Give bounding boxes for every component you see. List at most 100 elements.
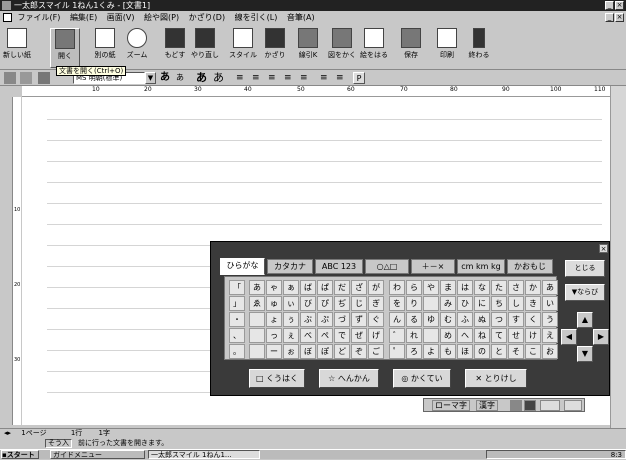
character-key[interactable]: ぃ	[283, 296, 299, 311]
character-key[interactable]: ぼ	[300, 344, 316, 359]
character-key[interactable]: ぎ	[368, 296, 384, 311]
character-key[interactable]: ば	[300, 280, 316, 295]
font-dropdown-button[interactable]: ▼	[145, 72, 156, 84]
character-key[interactable]: ら	[406, 280, 422, 295]
redo-button[interactable]: やり直し	[190, 28, 220, 68]
align-justify-button[interactable]: ≡	[284, 72, 292, 84]
character-key[interactable]: と	[491, 344, 507, 359]
save-button[interactable]: 保存	[396, 28, 426, 68]
character-key[interactable]: ぁ	[283, 280, 299, 295]
character-key[interactable]: み	[440, 296, 456, 311]
undo-button[interactable]: もどす	[160, 28, 190, 68]
character-key[interactable]: ょ	[266, 312, 282, 327]
character-key[interactable]: こ	[525, 344, 541, 359]
align-right-button[interactable]: ≡	[268, 72, 276, 84]
character-key[interactable]: お	[542, 344, 558, 359]
character-key[interactable]: た	[491, 280, 507, 295]
character-key[interactable]: ど	[334, 344, 350, 359]
align-center-button[interactable]: ≡	[252, 72, 260, 84]
character-key[interactable]: ぢ	[334, 296, 350, 311]
scroll-left-icon[interactable]: ◂▸	[4, 429, 11, 437]
character-key[interactable]: ー	[266, 344, 282, 359]
character-key[interactable]: ぺ	[317, 328, 333, 343]
character-key[interactable]: か	[525, 280, 541, 295]
character-key[interactable]: あ	[542, 280, 558, 295]
character-key[interactable]: れ	[406, 328, 422, 343]
character-key[interactable]: ぬ	[474, 312, 490, 327]
arrow-right-button[interactable]: ▶	[593, 329, 609, 345]
taskbar-item-ichitaro[interactable]: 一太郎スマイル 1ねん1...	[148, 450, 260, 459]
character-key[interactable]: ゛	[389, 328, 405, 343]
character-key[interactable]: も	[440, 344, 456, 359]
ime-tool-icon[interactable]	[564, 400, 582, 411]
character-key[interactable]: ぜ	[351, 328, 367, 343]
character-key[interactable]: ゆ	[423, 312, 439, 327]
open-button[interactable]: 開く	[50, 28, 80, 68]
character-key[interactable]: は	[457, 280, 473, 295]
character-key[interactable]: る	[406, 312, 422, 327]
character-key[interactable]: わ	[389, 280, 405, 295]
character-key[interactable]: へ	[457, 328, 473, 343]
character-key[interactable]: ろ	[406, 344, 422, 359]
character-key[interactable]: よ	[423, 344, 439, 359]
character-key[interactable]: ご	[368, 344, 384, 359]
character-key[interactable]: す	[508, 312, 524, 327]
character-key[interactable]: ほ	[457, 344, 473, 359]
doc-close-button[interactable]: ×	[615, 13, 624, 22]
character-key[interactable]: ま	[440, 280, 456, 295]
character-key[interactable]: ぴ	[317, 296, 333, 311]
character-key[interactable]: ん	[389, 312, 405, 327]
tab-katakana[interactable]: カタカナ	[267, 259, 313, 274]
draw-figure-button[interactable]: 図をかく	[327, 28, 357, 68]
tab-shapes[interactable]: ○△□	[365, 259, 409, 274]
tab-hiragana[interactable]: ひらがな	[220, 258, 265, 275]
character-key[interactable]: あ	[249, 280, 265, 295]
character-key[interactable]: ぇ	[283, 328, 299, 343]
paste-icon[interactable]	[38, 72, 50, 84]
character-key[interactable]	[423, 296, 439, 311]
menu-picture[interactable]: 絵や図(P)	[144, 13, 179, 22]
bullet-list-button[interactable]: ≡	[336, 72, 344, 84]
draw-line-button[interactable]: 線引K	[293, 28, 323, 68]
character-key[interactable]: つ	[491, 312, 507, 327]
character-key[interactable]: ゅ	[266, 296, 282, 311]
print-button[interactable]: 印刷	[432, 28, 462, 68]
ime-mode-icon[interactable]	[510, 400, 522, 411]
menu-decorate[interactable]: かざり(D)	[189, 13, 225, 22]
character-key[interactable]: ぞ	[351, 344, 367, 359]
palette-sort-button[interactable]: ▼ならび	[565, 284, 605, 301]
cancel-button[interactable]: ✕ とりけし	[465, 369, 527, 388]
ime-romaji-button[interactable]: ローマ字	[432, 400, 470, 411]
menu-view[interactable]: 画面(V)	[107, 13, 135, 22]
character-key[interactable]: ぐ	[368, 312, 384, 327]
ime-pad-icon[interactable]	[540, 400, 560, 411]
character-key[interactable]: ふ	[457, 312, 473, 327]
menu-edit[interactable]: 編集(E)	[70, 13, 97, 22]
character-key[interactable]: り	[406, 296, 422, 311]
character-key[interactable]: ち	[491, 296, 507, 311]
character-key[interactable]: づ	[334, 312, 350, 327]
character-key[interactable]: そ	[508, 344, 524, 359]
palette-close-button[interactable]: ×	[599, 244, 608, 253]
character-key[interactable]: や	[423, 280, 439, 295]
numbered-list-button[interactable]: ≡	[320, 72, 328, 84]
character-key[interactable]: 」	[229, 296, 245, 311]
doc-minimize-button[interactable]: _	[605, 13, 614, 22]
exit-button[interactable]: 終わる	[464, 28, 494, 68]
character-key[interactable]: 。	[229, 344, 245, 359]
arrow-up-button[interactable]: ▲	[577, 312, 593, 328]
character-key[interactable]: う	[542, 312, 558, 327]
tab-units[interactable]: cm km kg	[457, 259, 505, 274]
character-key[interactable]: せ	[508, 328, 524, 343]
character-key[interactable]: む	[440, 312, 456, 327]
character-key[interactable]: い	[542, 296, 558, 311]
character-key[interactable]: え	[542, 328, 558, 343]
arrow-left-button[interactable]: ◀	[561, 329, 577, 345]
style-button[interactable]: スタイル	[228, 28, 258, 68]
new-page-button[interactable]: 新しい紙	[2, 28, 32, 68]
character-key[interactable]: ぱ	[317, 280, 333, 295]
character-key[interactable]: ゑ	[249, 296, 265, 311]
character-key[interactable]: き	[525, 296, 541, 311]
palette-close-side-button[interactable]: とじる	[565, 260, 605, 277]
character-key[interactable]: さ	[508, 280, 524, 295]
